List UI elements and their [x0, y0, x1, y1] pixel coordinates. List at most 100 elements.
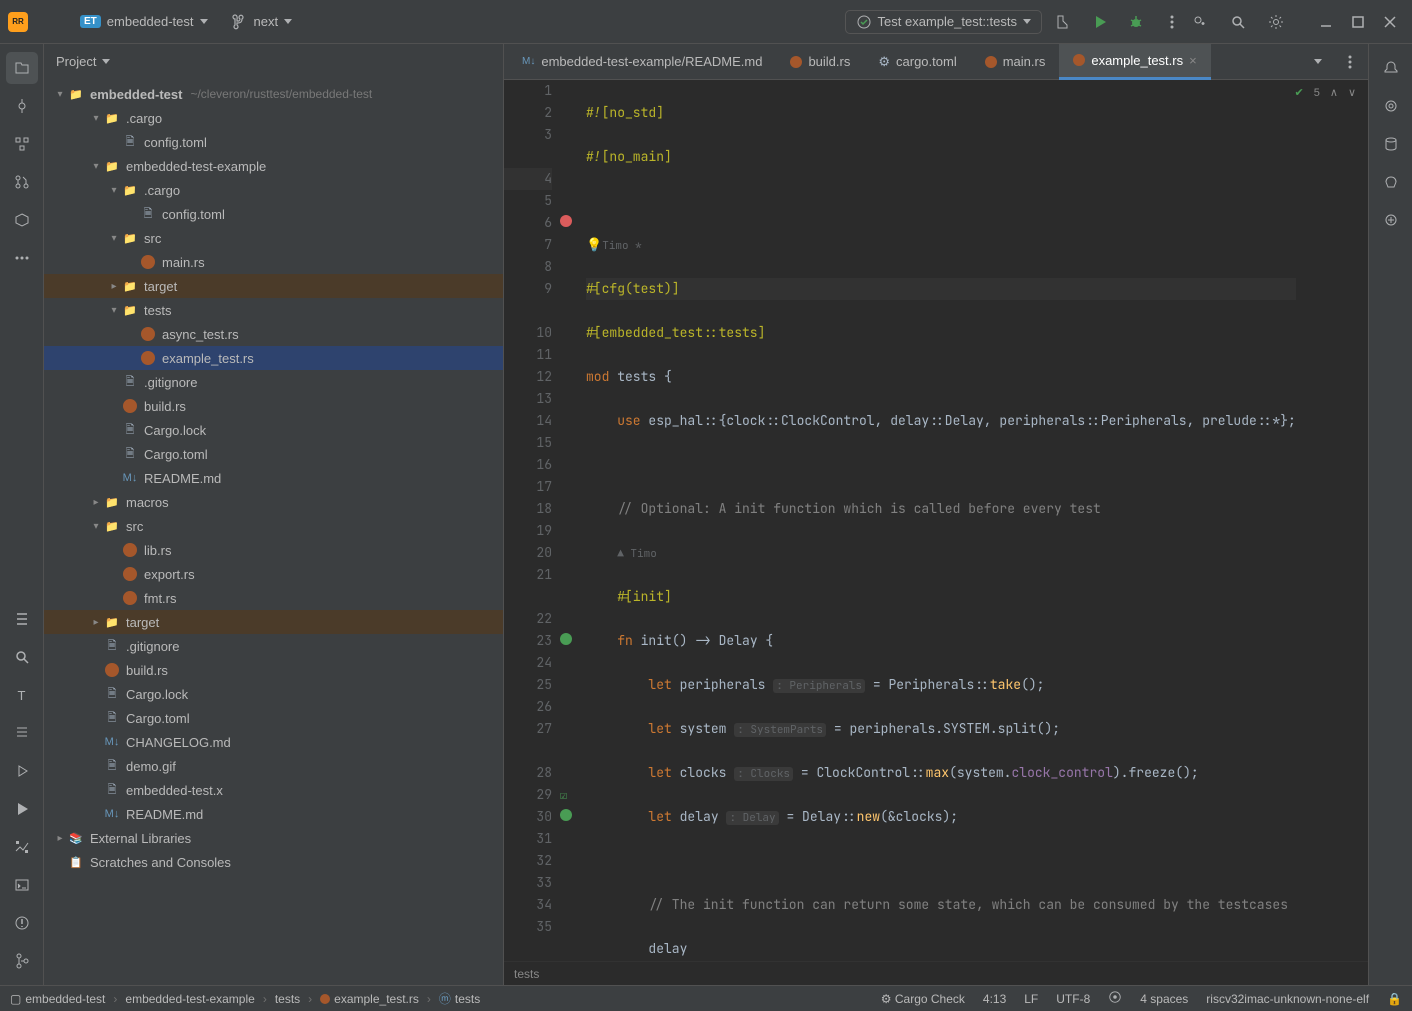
editor-tab[interactable]: main.rs: [971, 44, 1060, 80]
todo-tool-button[interactable]: [6, 603, 38, 635]
tree-item[interactable]: ▾📁.cargo: [44, 106, 503, 130]
debug-button[interactable]: [1122, 8, 1150, 36]
tree-item[interactable]: ▾📁tests: [44, 298, 503, 322]
build-button[interactable]: [1050, 8, 1078, 36]
run-configuration-selector[interactable]: Test example_test::tests: [845, 10, 1042, 34]
more-tools-button[interactable]: [6, 242, 38, 274]
database-tool-button[interactable]: [1375, 128, 1407, 160]
scratches[interactable]: 📋 Scratches and Consoles: [44, 850, 503, 874]
pull-requests-tool-button[interactable]: [6, 166, 38, 198]
tree-item[interactable]: 🗎Cargo.lock: [44, 682, 503, 706]
terminal-tool-button[interactable]: [6, 869, 38, 901]
tree-item[interactable]: 🗎config.toml: [44, 202, 503, 226]
cargo-status[interactable]: ⚙ Cargo Check: [881, 992, 965, 1006]
cursor-position[interactable]: 4:13: [983, 992, 1006, 1006]
tree-item[interactable]: ▾📁.cargo: [44, 178, 503, 202]
notifications-button[interactable]: [1375, 52, 1407, 84]
rust-target[interactable]: riscv32imac-unknown-none-elf: [1206, 992, 1369, 1006]
run-mark-check-icon[interactable]: ☑: [560, 787, 567, 803]
file-encoding[interactable]: UTF-8: [1056, 992, 1090, 1006]
tree-item[interactable]: 🗎.gitignore: [44, 370, 503, 394]
readonly-toggle[interactable]: [1108, 990, 1122, 1007]
bookmarks-tool-button[interactable]: T: [6, 679, 38, 711]
code-editor[interactable]: ✔5 ∧∨ 1234567891011121314151617181920212…: [504, 80, 1368, 961]
minimize-window-button[interactable]: [1312, 8, 1340, 36]
tree-item[interactable]: M↓README.md: [44, 802, 503, 826]
code-with-me-button[interactable]: [1186, 8, 1214, 36]
project-selector[interactable]: ET embedded-test: [72, 10, 216, 33]
run-tool-button[interactable]: [6, 793, 38, 825]
git-branch-selector[interactable]: next: [224, 10, 301, 34]
settings-button[interactable]: [1262, 8, 1290, 36]
tree-item[interactable]: lib.rs: [44, 538, 503, 562]
tree-item[interactable]: 🗎.gitignore: [44, 634, 503, 658]
run-mark-pass-icon[interactable]: [560, 809, 572, 821]
editor-tab[interactable]: build.rs: [776, 44, 864, 80]
tree-item[interactable]: 🗎embedded-test.x: [44, 778, 503, 802]
tree-item[interactable]: 🗎Cargo.toml: [44, 442, 503, 466]
more-actions-button[interactable]: [1158, 8, 1186, 36]
tree-item[interactable]: 🗎config.toml: [44, 130, 503, 154]
tree-item[interactable]: build.rs: [44, 658, 503, 682]
run-button[interactable]: [1086, 8, 1114, 36]
close-tab-button[interactable]: ×: [1189, 53, 1197, 68]
tree-item[interactable]: fmt.rs: [44, 586, 503, 610]
build-tool-button[interactable]: [6, 717, 38, 749]
editor-tab[interactable]: ⚙cargo.toml: [864, 44, 970, 80]
tab-list-button[interactable]: [1304, 48, 1332, 76]
inspection-indicator[interactable]: ✔5 ∧∨: [1295, 86, 1356, 99]
folder-icon: 📁: [122, 182, 138, 198]
tree-item[interactable]: build.rs: [44, 394, 503, 418]
indent-settings[interactable]: 4 spaces: [1140, 992, 1188, 1006]
tree-item[interactable]: 🗎Cargo.lock: [44, 418, 503, 442]
maximize-window-button[interactable]: [1344, 8, 1372, 36]
file-icon: 🗎: [104, 782, 120, 798]
problems-tool-button[interactable]: [6, 907, 38, 939]
tree-item[interactable]: ▸📁macros: [44, 490, 503, 514]
tree-item[interactable]: async_test.rs: [44, 322, 503, 346]
navigation-breadcrumb[interactable]: ▢ embedded-test› embedded-test-example› …: [10, 990, 480, 1007]
commit-tool-button[interactable]: [6, 90, 38, 122]
file-icon: 🗎: [122, 422, 138, 438]
tree-root[interactable]: ▾ 📁 embedded-test ~/cleveron/rusttest/em…: [44, 82, 503, 106]
run-mark-pass-icon[interactable]: [560, 633, 572, 645]
tree-item[interactable]: ▾📁src: [44, 226, 503, 250]
tree-item[interactable]: 🗎Cargo.toml: [44, 706, 503, 730]
editor-tab[interactable]: M↓embedded-test-example/README.md: [508, 44, 776, 80]
git-tool-button[interactable]: [6, 831, 38, 863]
editor-breadcrumb[interactable]: tests: [504, 961, 1368, 985]
tree-item[interactable]: ▾📁src: [44, 514, 503, 538]
tree-item[interactable]: export.rs: [44, 562, 503, 586]
lock-icon[interactable]: 🔒: [1387, 992, 1402, 1006]
tab-options-button[interactable]: [1336, 48, 1364, 76]
line-separator[interactable]: LF: [1024, 992, 1038, 1006]
editor-tab[interactable]: example_test.rs×: [1059, 44, 1210, 80]
tree-item[interactable]: ▸📁target: [44, 274, 503, 298]
tree-item[interactable]: M↓CHANGELOG.md: [44, 730, 503, 754]
maven-tool-button[interactable]: [1375, 204, 1407, 236]
tree-item[interactable]: example_test.rs: [44, 346, 503, 370]
ai-assistant-button[interactable]: [1375, 90, 1407, 122]
project-tool-button[interactable]: [6, 52, 38, 84]
tree-item[interactable]: M↓README.md: [44, 466, 503, 490]
cargo-tool-button[interactable]: [6, 204, 38, 236]
file-icon: ⚙: [878, 54, 890, 70]
structure-tool-button[interactable]: [6, 128, 38, 160]
run-mark-fail-icon[interactable]: [560, 215, 572, 227]
services-tool-button[interactable]: [6, 755, 38, 787]
tree-item[interactable]: ▾📁embedded-test-example: [44, 154, 503, 178]
right-tool-strip: [1368, 44, 1412, 985]
external-libraries[interactable]: ▸ 📚 External Libraries: [44, 826, 503, 850]
main-menu-button[interactable]: [36, 8, 64, 36]
folder-icon: 📁: [104, 494, 120, 510]
tree-item[interactable]: ▸📁target: [44, 610, 503, 634]
chevron-down-icon: [1314, 59, 1322, 64]
tree-item[interactable]: main.rs: [44, 250, 503, 274]
close-window-button[interactable]: [1376, 8, 1404, 36]
tree-item[interactable]: 🗎demo.gif: [44, 754, 503, 778]
gradle-tool-button[interactable]: [1375, 166, 1407, 198]
project-view-selector[interactable]: Project: [44, 44, 503, 78]
find-tool-button[interactable]: [6, 641, 38, 673]
search-everywhere-button[interactable]: [1224, 8, 1252, 36]
vcs-tool-button[interactable]: [6, 945, 38, 977]
